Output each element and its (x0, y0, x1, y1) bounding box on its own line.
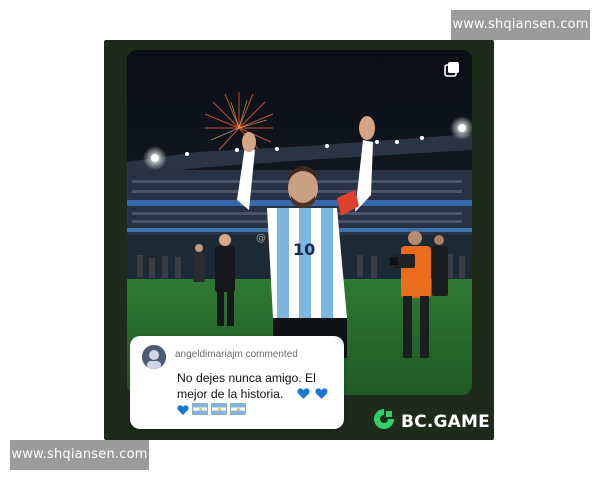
comment-card[interactable]: angeldimariajm commented No dejes nunca … (130, 336, 344, 429)
argentina-flag-icon (211, 403, 227, 415)
photo-watermark-handle: @ (256, 233, 266, 244)
comment-text: No dejes nunca amigo. El mejor de la his… (177, 371, 316, 401)
site-watermark-bottom: www.shqiansen.com (10, 440, 149, 470)
comment-emoji-row (177, 402, 246, 416)
blue-heart-icon (297, 387, 310, 405)
svg-text:10: 10 (293, 240, 315, 259)
blue-heart-icon (315, 387, 328, 405)
bc-logo-icon (372, 407, 396, 436)
avatar[interactable] (142, 345, 166, 369)
brand-logo: BC.GAME (372, 407, 490, 436)
blue-heart-icon (177, 403, 189, 415)
brand-name: BC.GAME (401, 411, 490, 432)
argentina-flag-icon (192, 403, 208, 415)
site-watermark-top: www.shqiansen.com (451, 10, 590, 40)
argentina-flag-icon (230, 403, 246, 415)
multi-post-icon[interactable] (444, 61, 460, 77)
comment-author[interactable]: angeldimariajm commented (175, 349, 298, 360)
